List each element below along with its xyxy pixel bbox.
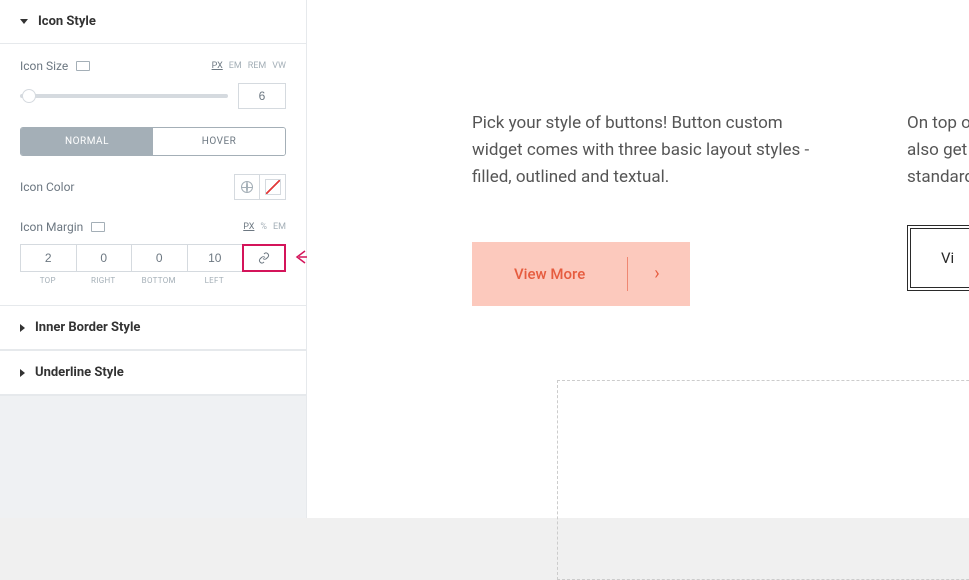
section-inner-border[interactable]: Inner Border Style xyxy=(0,305,306,350)
caret-right-icon xyxy=(20,324,25,332)
button-label: Vi xyxy=(910,228,969,288)
label-right: RIGHT xyxy=(76,276,132,285)
icon-size-units: PX EM REM VW xyxy=(212,61,286,71)
preview-text-1: Pick your style of buttons! Button custo… xyxy=(472,110,832,192)
section-title: Inner Border Style xyxy=(35,320,140,335)
caret-right-icon xyxy=(20,369,25,377)
view-more-button-filled[interactable]: View More › xyxy=(472,242,690,306)
icon-margin-label: Icon Margin xyxy=(20,220,105,234)
separator xyxy=(627,257,628,291)
section-title: Underline Style xyxy=(35,365,124,380)
tab-normal[interactable]: NORMAL xyxy=(21,128,153,155)
sidebar-spacer xyxy=(0,395,306,518)
unit-em[interactable]: EM xyxy=(229,61,242,71)
link-icon xyxy=(258,252,270,264)
margin-bottom-input[interactable] xyxy=(131,244,187,272)
empty-section-placeholder[interactable] xyxy=(557,380,969,580)
unit-pct[interactable]: % xyxy=(260,222,267,232)
unit-em[interactable]: EM xyxy=(273,222,286,232)
margin-right-input[interactable] xyxy=(76,244,132,272)
desktop-icon[interactable] xyxy=(91,222,105,232)
caret-down-icon xyxy=(20,19,28,24)
chevron-right-icon: › xyxy=(628,263,689,284)
tab-hover[interactable]: HOVER xyxy=(153,128,285,155)
icon-size-label: Icon Size xyxy=(20,59,90,73)
margin-top-input[interactable] xyxy=(20,244,76,272)
unit-rem[interactable]: REM xyxy=(248,61,267,71)
icon-size-slider[interactable] xyxy=(20,94,228,98)
margin-left-input[interactable] xyxy=(187,244,243,272)
section-icon-style[interactable]: Icon Style xyxy=(0,0,306,44)
section-title: Icon Style xyxy=(38,14,96,29)
slider-thumb[interactable] xyxy=(22,89,36,103)
globe-icon xyxy=(241,181,253,193)
state-tabs: NORMAL HOVER xyxy=(20,127,286,156)
preview-text-2: On top o also get standard xyxy=(907,110,969,192)
unit-px[interactable]: PX xyxy=(243,222,254,232)
icon-color-label: Icon Color xyxy=(20,180,74,194)
unit-px[interactable]: PX xyxy=(212,61,223,71)
section-underline[interactable]: Underline Style xyxy=(0,350,306,395)
icon-size-input[interactable] xyxy=(238,83,286,109)
label-bottom: BOTTOM xyxy=(131,276,187,285)
button-label: View More xyxy=(472,265,627,283)
view-more-button-outlined[interactable]: Vi xyxy=(907,225,969,291)
icon-margin-units: PX % EM xyxy=(243,222,286,232)
none-color-swatch xyxy=(265,179,281,195)
unit-vw[interactable]: VW xyxy=(272,61,286,71)
label-left: LEFT xyxy=(187,276,243,285)
desktop-icon[interactable] xyxy=(76,61,90,71)
global-color-button[interactable] xyxy=(234,174,260,200)
color-picker-button[interactable] xyxy=(260,174,286,200)
label-top: TOP xyxy=(20,276,76,285)
link-values-button[interactable] xyxy=(242,244,286,272)
